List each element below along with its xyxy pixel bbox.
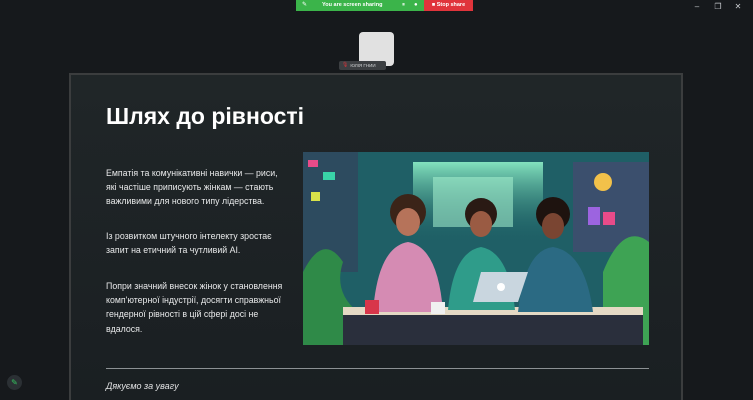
minimize-button[interactable]: – [690,2,704,11]
slide-illustration [303,152,649,345]
stop-share-button[interactable]: ■ Stop share [424,0,473,11]
screen-share-status-label: You are screen sharing [322,2,383,8]
stop-square-icon: ■ [431,2,436,8]
slide-title: Шлях до рівності [106,103,305,129]
restore-button[interactable]: ❐ [711,2,725,11]
screen-share-status: ✎ You are screen sharing ⏸ ● [296,0,424,11]
slide-paragraph: Емпатія та комунікативні навички — риси,… [106,168,278,207]
close-button[interactable]: ✕ [731,2,745,11]
mic-muted-icon: 🎙 [342,62,349,68]
stop-share-label: Stop share [436,2,466,8]
slide-paragraph: Попри значний внесок жінок у становлення… [106,281,283,334]
slide-divider [106,368,649,369]
shield-icon[interactable]: ● [414,0,418,11]
participant-name: ЮЛІЯ ГНИИ [350,63,376,68]
pencil-icon: ✎ [11,378,18,387]
annotate-button[interactable]: ✎ [7,375,22,390]
slide-paragraph: Із розвитком штучного інтелекту зростає … [106,231,272,256]
slide-footer-text: Дякуємо за увагу [106,381,179,391]
illustration-graphic [303,152,649,345]
shared-slide: Шлях до рівності Емпатія та комунікативн… [69,73,683,400]
participant-name-tag: 🎙 ЮЛІЯ ГНИИ [339,61,386,70]
screen-share-toolbar: ✎ You are screen sharing ⏸ ● ■ Stop shar… [296,0,473,11]
pin-icon[interactable]: ✎ [302,0,307,11]
pause-icon[interactable]: ⏸ [402,0,405,11]
